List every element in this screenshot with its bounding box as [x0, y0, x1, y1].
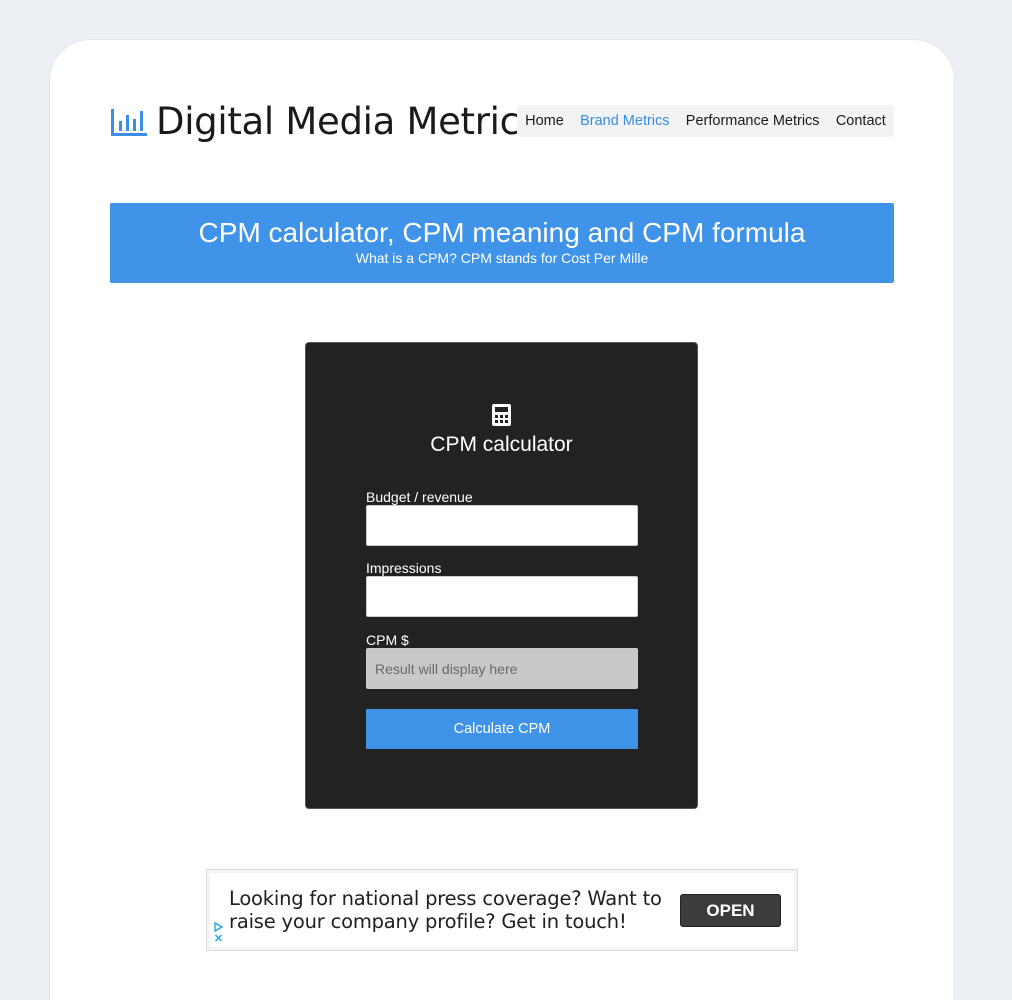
- ad-text-line-1: Looking for national press coverage? Wan…: [229, 887, 662, 910]
- nav-item-home[interactable]: Home: [525, 113, 564, 129]
- page-title: CPM calculator, CPM meaning and CPM form…: [198, 217, 806, 248]
- nav-item-performance-metrics[interactable]: Performance Metrics: [686, 113, 820, 129]
- page-subtitle: What is a CPM? CPM stands for Cost Per M…: [355, 250, 649, 266]
- cpm-calculator: CPM calculator Budget / revenue Impressi…: [306, 343, 697, 808]
- budget-label: Budget / revenue: [366, 489, 473, 505]
- ad-open-button[interactable]: OPEN: [681, 895, 780, 926]
- impressions-input[interactable]: [366, 576, 638, 617]
- adchoices-icon[interactable]: [213, 920, 225, 944]
- ad-text-line-2: raise your company profile? Get in touch…: [229, 910, 627, 933]
- ad-text: Looking for national press coverage? Wan…: [229, 887, 662, 933]
- hero-banner: CPM calculator, CPM meaning and CPM form…: [110, 203, 894, 283]
- site-logo[interactable]: Digital Media Metrics: [110, 100, 539, 143]
- calculate-cpm-button[interactable]: Calculate CPM: [366, 709, 638, 749]
- impressions-label: Impressions: [366, 560, 442, 576]
- cpm-label: CPM $: [366, 632, 409, 648]
- ad-banner[interactable]: Looking for national press coverage? Wan…: [206, 869, 798, 951]
- bar-chart-icon: [111, 108, 147, 136]
- main-nav: Home Brand Metrics Performance Metrics C…: [517, 105, 894, 137]
- site-title: Digital Media Metrics: [156, 100, 539, 143]
- calculator-icon: [492, 404, 511, 426]
- cpm-result-field[interactable]: [366, 648, 638, 689]
- nav-item-contact[interactable]: Contact: [836, 113, 886, 129]
- close-icon: [215, 934, 222, 942]
- budget-input[interactable]: [366, 505, 638, 546]
- nav-item-brand-metrics[interactable]: Brand Metrics: [580, 113, 669, 129]
- calculator-title: CPM calculator: [430, 433, 573, 456]
